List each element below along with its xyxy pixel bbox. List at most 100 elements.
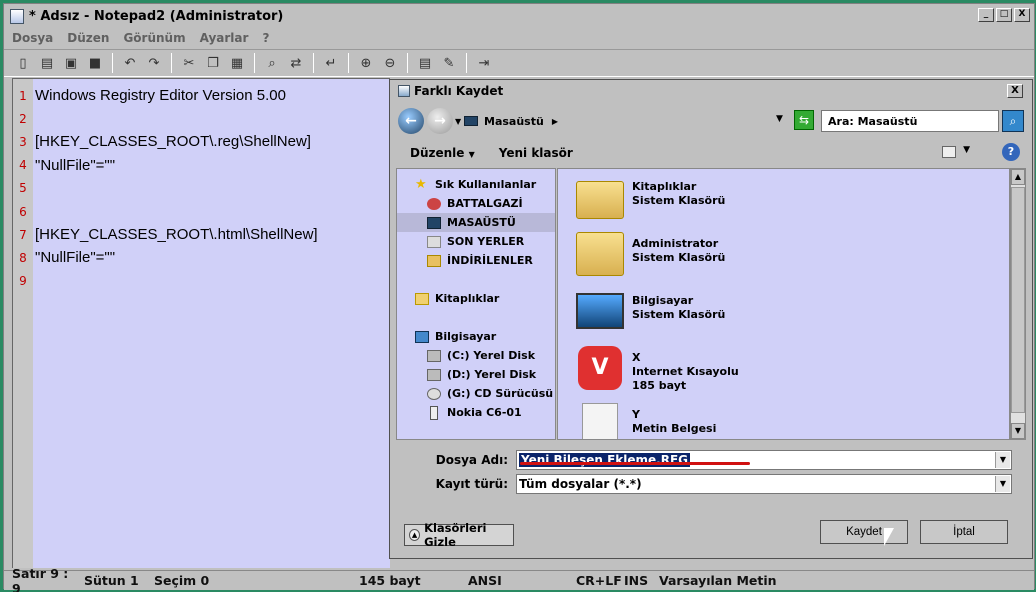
filetype-select[interactable]: Tüm dosyalar (*.*) ▼ <box>516 474 1012 494</box>
find-icon[interactable]: ⌕ <box>261 52 283 74</box>
editor-line[interactable]: 9 <box>13 270 318 293</box>
filename-input[interactable]: Yeni Bileşen Ekleme.REG ▼ <box>516 450 1012 470</box>
nav-libraries[interactable]: Kitaplıklar <box>397 289 555 308</box>
menu-help[interactable]: ? <box>262 31 269 45</box>
nav-drive-g[interactable]: (G:) CD Sürücüsü <box>397 384 555 403</box>
dialog-close-button[interactable]: X <box>1007 84 1023 98</box>
file-item-x-shortcut[interactable]: V X Internet Kısayolu 185 bayt <box>576 346 739 398</box>
view-options-icon[interactable] <box>942 146 956 158</box>
menu-file[interactable]: Dosya <box>12 31 53 45</box>
nav-drive-c[interactable]: (C:) Yerel Disk <box>397 346 555 365</box>
line-number: 9 <box>19 274 27 289</box>
status-encoding: ANSI <box>468 573 502 588</box>
libraries-icon <box>415 292 429 305</box>
editor-line[interactable]: 7 [HKEY_CLASSES_ROOT\.html\ShellNew] <box>13 223 317 246</box>
computer-icon <box>415 330 429 343</box>
scroll-down-icon[interactable]: ▼ <box>1011 423 1025 439</box>
save-button[interactable]: Kaydet <box>820 520 908 544</box>
browse-icon[interactable]: ▣ <box>60 52 82 74</box>
file-item-libraries[interactable]: Kitaplıklar Sistem Klasörü <box>576 175 725 227</box>
nav-computer[interactable]: Bilgisayar <box>397 327 555 346</box>
filetype-label: Kayıt türü: <box>435 477 508 491</box>
window-title: * Adsız - Notepad2 (Administrator) <box>29 8 284 24</box>
view-dropdown-icon[interactable]: ▼ <box>963 145 970 155</box>
hide-folders-button[interactable]: ▲ Klasörleri Gizle <box>404 521 514 549</box>
history-dropdown-icon[interactable]: ▼ <box>455 117 461 126</box>
save-icon[interactable]: ■ <box>84 52 106 74</box>
status-bar: Satır 9 : 9 Sütun 1 Seçim 0 145 bayt ANS… <box>4 566 1034 592</box>
word-wrap-icon[interactable]: ↵ <box>320 52 342 74</box>
editor-line[interactable]: 4 "NullFile"="" <box>13 154 318 177</box>
desktop-icon <box>427 216 441 229</box>
text-editor[interactable]: 1 Windows Registry Editor Version 5.00 2 3 [… <box>12 78 390 568</box>
back-arrow-icon[interactable]: ← <box>398 108 424 134</box>
scheme-icon[interactable]: ▤ <box>414 52 436 74</box>
forward-arrow-icon[interactable]: → <box>427 108 453 134</box>
nav-fav-battalgazi[interactable]: BATTALGAZİ <box>397 194 555 213</box>
line-number: 2 <box>19 111 27 126</box>
file-item-administrator[interactable]: Administrator Sistem Klasörü <box>576 232 725 284</box>
search-input[interactable]: Ara: Masaüstü <box>821 110 999 132</box>
replace-icon[interactable]: ⇄ <box>285 52 307 74</box>
customize-icon[interactable]: ✎ <box>438 52 460 74</box>
red-underline-annotation <box>520 462 750 465</box>
file-list: Kitaplıklar Sistem Klasörü Administrator S… <box>557 168 1010 440</box>
scroll-up-icon[interactable]: ▲ <box>1011 169 1025 185</box>
copy-icon[interactable]: ❐ <box>202 52 224 74</box>
file-item-y-text[interactable]: Y Metin Belgesi <box>576 403 716 439</box>
nav-phone[interactable]: Nokia C6-01 <box>397 403 555 422</box>
breadcrumb-arrow-icon[interactable]: ▶ <box>552 117 558 126</box>
filename-dropdown-icon[interactable]: ▼ <box>995 452 1010 468</box>
menu-edit[interactable]: Düzen <box>67 31 109 45</box>
search-icon[interactable]: ⌕ <box>1002 110 1024 132</box>
redo-icon[interactable]: ↷ <box>143 52 165 74</box>
address-box[interactable]: Masaüstü ▶ <box>464 110 786 132</box>
editor-line[interactable]: 1 Windows Registry Editor Version 5.00 <box>13 84 318 107</box>
zoom-in-icon[interactable]: ⊕ <box>355 52 377 74</box>
nav-fav-downloads[interactable]: İNDİRİLENLER <box>397 251 555 270</box>
navigation-pane: ★ Sık Kullanılanlar BATTALGAZİ MASAÜSTÜ … <box>396 168 556 440</box>
status-line-col: Satır 9 : 9 <box>12 565 69 592</box>
new-folder-button[interactable]: Yeni klasör <box>499 146 573 160</box>
undo-icon[interactable]: ↶ <box>119 52 141 74</box>
nav-fav-desktop[interactable]: MASAÜSTÜ <box>397 213 555 232</box>
toolbar: ▯ ▤ ▣ ■ ↶ ↷ ✂ ❐ ▦ ⌕ ⇄ ↵ ⊕ ⊖ ▤ ✎ ⇥ <box>4 49 1034 77</box>
file-item-computer[interactable]: Bilgisayar Sistem Klasörü <box>576 289 725 341</box>
computer-icon <box>576 293 624 329</box>
new-file-icon[interactable]: ▯ <box>12 52 34 74</box>
filetype-row: Kayıt türü: Tüm dosyalar (*.*) ▼ <box>398 474 1012 494</box>
nav-favorites[interactable]: ★ Sık Kullanılanlar <box>397 175 555 194</box>
status-ins: INS <box>624 573 649 588</box>
address-dropdown-icon[interactable]: ▼ <box>776 114 783 124</box>
menu-settings[interactable]: Ayarlar <box>200 31 249 45</box>
refresh-icon[interactable]: ⇆ <box>794 110 814 130</box>
cancel-button[interactable]: İptal <box>920 520 1008 544</box>
cut-icon[interactable]: ✂ <box>178 52 200 74</box>
nav-drive-d[interactable]: (D:) Yerel Disk <box>397 365 555 384</box>
file-list-scrollbar[interactable]: ▲ ▼ <box>1010 168 1026 440</box>
line-text: [HKEY_CLASSES_ROOT\.reg\ShellNew] <box>35 133 311 151</box>
editor-line[interactable]: 8 "NullFile"="" <box>13 246 318 269</box>
filetype-value: Tüm dosyalar (*.*) <box>519 477 642 491</box>
line-number: 1 <box>19 88 27 103</box>
exit-icon[interactable]: ⇥ <box>473 52 495 74</box>
organize-button[interactable]: Düzenle ▼ <box>410 146 475 160</box>
close-button[interactable]: X <box>1014 8 1030 22</box>
maximize-button[interactable]: □ <box>996 8 1012 22</box>
minimize-button[interactable]: _ <box>978 8 994 22</box>
menu-bar: Dosya Düzen Görünüm Ayarlar ? <box>4 28 1034 48</box>
editor-line[interactable]: 6 <box>13 200 318 223</box>
editor-line[interactable]: 2 <box>13 107 318 130</box>
editor-line[interactable]: 5 <box>13 177 318 200</box>
line-number: 6 <box>19 204 27 219</box>
open-icon[interactable]: ▤ <box>36 52 58 74</box>
editor-line[interactable]: 3 [HKEY_CLASSES_ROOT\.reg\ShellNew] <box>13 130 318 153</box>
user-folder-icon <box>427 197 441 210</box>
nav-fav-recent[interactable]: SON YERLER <box>397 232 555 251</box>
paste-icon[interactable]: ▦ <box>226 52 248 74</box>
menu-view[interactable]: Görünüm <box>123 31 185 45</box>
scroll-thumb[interactable] <box>1011 187 1025 413</box>
zoom-out-icon[interactable]: ⊖ <box>379 52 401 74</box>
filetype-dropdown-icon[interactable]: ▼ <box>995 476 1010 492</box>
help-icon[interactable]: ? <box>1002 143 1020 161</box>
